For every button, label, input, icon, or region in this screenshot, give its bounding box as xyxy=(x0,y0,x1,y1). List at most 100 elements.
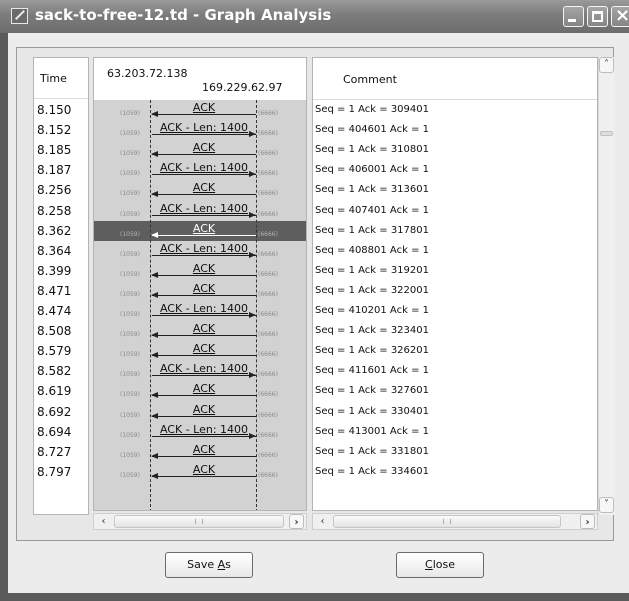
graph-row[interactable]: (1059) (6666) ACK xyxy=(94,442,306,462)
time-cell[interactable]: 8.362 xyxy=(34,221,88,241)
destination-port-label: (6666) xyxy=(258,170,278,178)
app-icon xyxy=(11,8,28,24)
time-cell[interactable]: 8.797 xyxy=(34,462,88,482)
time-cell[interactable]: 8.258 xyxy=(34,201,88,221)
arrow-left-icon xyxy=(151,191,158,198)
close-window-button[interactable]: × xyxy=(611,5,629,27)
time-cell[interactable]: 8.399 xyxy=(34,261,88,281)
time-cell[interactable]: 8.727 xyxy=(34,442,88,462)
comment-cell[interactable]: Seq = 406001 Ack = 1 xyxy=(313,160,597,180)
time-cell[interactable]: 8.150 xyxy=(34,100,88,120)
time-cell[interactable]: 8.185 xyxy=(34,140,88,160)
destination-port-label: (6666) xyxy=(258,431,278,439)
comment-cell[interactable]: Seq = 1 Ack = 317801 xyxy=(313,221,597,241)
comment-cell[interactable]: Seq = 1 Ack = 323401 xyxy=(313,321,597,341)
graph-row[interactable]: (1059) (6666) ACK xyxy=(94,220,306,241)
title-bar[interactable]: sack-to-free-12.td - Graph Analysis × xyxy=(0,0,629,33)
comment-cell[interactable]: Seq = 404601 Ack = 1 xyxy=(313,120,597,140)
graph-row[interactable]: (1059) (6666) ACK - Len: 1400 xyxy=(94,201,306,221)
graph-row[interactable]: (1059) (6666) ACK xyxy=(94,341,306,361)
destination-port-label: (6666) xyxy=(258,290,278,298)
comment-scroll-left-button[interactable]: ‹ xyxy=(315,514,330,529)
packet-arrow-line xyxy=(152,395,256,397)
graph-row[interactable]: (1059) (6666) ACK - Len: 1400 xyxy=(94,241,306,261)
graph-horizontal-scroll-thumb[interactable] xyxy=(114,515,284,528)
comment-cell[interactable]: Seq = 413001 Ack = 1 xyxy=(313,422,597,442)
graph-row[interactable]: (1059) (6666) ACK xyxy=(94,381,306,401)
time-cell[interactable]: 8.692 xyxy=(34,402,88,422)
graph-row[interactable]: (1059) (6666) ACK xyxy=(94,180,306,200)
vertical-scrollbar[interactable]: ˄ ˅ xyxy=(598,57,614,515)
comment-cell[interactable]: Seq = 1 Ack = 313601 xyxy=(313,180,597,200)
comment-cell[interactable]: Seq = 1 Ack = 310801 xyxy=(313,140,597,160)
comment-cell[interactable]: Seq = 1 Ack = 322001 xyxy=(313,281,597,301)
comment-cell[interactable]: Seq = 1 Ack = 326201 xyxy=(313,341,597,361)
close-label: Close xyxy=(425,558,455,571)
graph-row[interactable]: (1059) (6666) ACK xyxy=(94,321,306,341)
time-cell[interactable]: 8.364 xyxy=(34,241,88,261)
comment-cell[interactable]: Seq = 1 Ack = 331801 xyxy=(313,442,597,462)
packet-arrow-line xyxy=(152,415,256,417)
time-cell[interactable]: 8.694 xyxy=(34,422,88,442)
graph-scroll-right-button[interactable]: › xyxy=(289,514,304,529)
maximize-button[interactable] xyxy=(587,6,608,27)
save-as-button[interactable]: Save As xyxy=(165,552,253,578)
arrow-right-icon xyxy=(249,171,256,178)
comment-cell[interactable]: Seq = 408801 Ack = 1 xyxy=(313,241,597,261)
graph-row[interactable]: (1059) (6666) ACK - Len: 1400 xyxy=(94,361,306,381)
time-cell[interactable]: 8.256 xyxy=(34,180,88,200)
vertical-scroll-thumb[interactable] xyxy=(600,131,613,136)
arrow-right-icon xyxy=(249,251,256,258)
destination-port-label: (6666) xyxy=(258,351,278,359)
graph-row[interactable]: (1059) (6666) ACK - Len: 1400 xyxy=(94,301,306,321)
time-cell[interactable]: 8.471 xyxy=(34,281,88,301)
graph-horizontal-scrollbar[interactable]: ‹ › xyxy=(93,513,307,530)
time-cell[interactable]: 8.187 xyxy=(34,160,88,180)
graph-row[interactable]: (1059) (6666) ACK xyxy=(94,100,306,120)
source-port-label: (1059) xyxy=(120,230,140,238)
comment-column: Comment Seq = 1 Ack = 309401 Seq = 404601… xyxy=(312,57,598,511)
comment-cell[interactable]: Seq = 1 Ack = 309401 xyxy=(313,100,597,120)
graph-row[interactable]: (1059) (6666) ACK - Len: 1400 xyxy=(94,160,306,180)
comment-cell[interactable]: Seq = 1 Ack = 327601 xyxy=(313,381,597,401)
close-button[interactable]: Close xyxy=(396,552,484,578)
comment-cell[interactable]: Seq = 1 Ack = 330401 xyxy=(313,402,597,422)
comment-horizontal-scroll-thumb[interactable] xyxy=(333,515,561,528)
comment-scroll-right-button[interactable]: › xyxy=(580,514,595,529)
packet-label: ACK - Len: 1400 xyxy=(159,241,249,255)
time-cell[interactable]: 8.619 xyxy=(34,381,88,401)
graph-row[interactable]: (1059) (6666) ACK xyxy=(94,281,306,301)
graph-row[interactable]: (1059) (6666) ACK xyxy=(94,462,306,482)
packet-label: ACK xyxy=(192,261,216,275)
destination-host-lifeline xyxy=(256,100,257,510)
time-cell[interactable]: 8.579 xyxy=(34,341,88,361)
comment-cell[interactable]: Seq = 411601 Ack = 1 xyxy=(313,361,597,381)
scroll-up-button[interactable]: ˄ xyxy=(599,57,614,73)
packet-label: ACK xyxy=(192,281,216,295)
comment-cell[interactable]: Seq = 1 Ack = 319201 xyxy=(313,261,597,281)
graph-row[interactable]: (1059) (6666) ACK xyxy=(94,140,306,160)
time-cell[interactable]: 8.152 xyxy=(34,120,88,140)
graph-row[interactable]: (1059) (6666) ACK - Len: 1400 xyxy=(94,422,306,442)
scroll-down-button[interactable]: ˅ xyxy=(599,497,614,513)
graph-row[interactable]: (1059) (6666) ACK - Len: 1400 xyxy=(94,120,306,140)
source-port-label: (1059) xyxy=(120,270,140,278)
graph-header: 63.203.72.138 169.229.62.97 xyxy=(94,58,306,100)
time-cell[interactable]: 8.582 xyxy=(34,361,88,381)
graph-row[interactable]: (1059) (6666) ACK xyxy=(94,261,306,281)
minimize-button[interactable] xyxy=(563,6,584,27)
time-cell[interactable]: 8.508 xyxy=(34,321,88,341)
destination-port-label: (6666) xyxy=(258,311,278,318)
packet-label: ACK - Len: 1400 xyxy=(159,302,249,315)
graph-column[interactable]: 63.203.72.138 169.229.62.97 (1059) (6666)… xyxy=(93,57,307,511)
destination-port-label: (6666) xyxy=(258,371,278,379)
arrow-right-icon xyxy=(249,131,256,138)
time-cell[interactable]: 8.474 xyxy=(34,301,88,321)
graph-row[interactable]: (1059) (6666) ACK xyxy=(94,402,306,422)
comment-cell[interactable]: Seq = 1 Ack = 334601 xyxy=(313,462,597,482)
comment-horizontal-scrollbar[interactable]: ‹ › xyxy=(312,513,598,530)
graph-scroll-left-button[interactable]: ‹ xyxy=(96,514,111,529)
comment-cell[interactable]: Seq = 410201 Ack = 1 xyxy=(313,301,597,321)
comment-cell[interactable]: Seq = 407401 Ack = 1 xyxy=(313,201,597,221)
source-port-label: (1059) xyxy=(120,351,140,359)
